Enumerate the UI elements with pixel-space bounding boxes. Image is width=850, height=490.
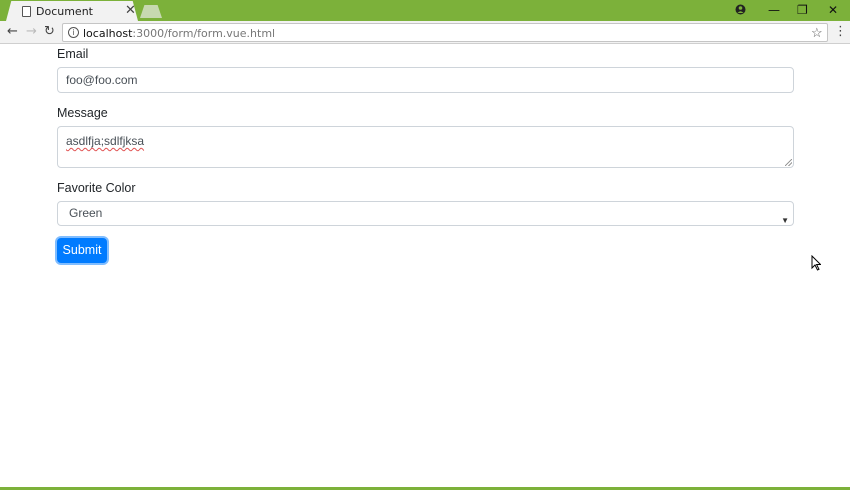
forward-icon[interactable]: →	[26, 24, 37, 39]
star-icon[interactable]: ☆	[811, 25, 823, 41]
email-label: Email	[57, 47, 89, 61]
tab-title: Document	[36, 5, 93, 18]
address-bar[interactable]: i localhost:3000/form/form.vue.html ☆	[62, 23, 828, 42]
chevron-down-icon: ▼	[781, 216, 789, 225]
back-icon[interactable]: ←	[7, 24, 18, 39]
new-tab-button[interactable]	[140, 5, 162, 18]
url-text[interactable]: localhost:3000/form/form.vue.html	[83, 27, 275, 40]
minimize-button[interactable]: —	[768, 3, 780, 17]
message-label: Message	[57, 106, 108, 120]
resize-handle[interactable]	[785, 159, 792, 166]
page-icon	[22, 6, 31, 17]
reload-icon[interactable]: ↻	[44, 24, 55, 39]
submit-button[interactable]: Submit	[57, 238, 107, 263]
favorite-color-value: Green	[69, 206, 103, 220]
message-textarea[interactable]: asdlfja;sdlfjksa	[57, 126, 794, 168]
tab-close-icon[interactable]: ✕	[125, 3, 136, 18]
url-host: localhost	[83, 27, 133, 40]
kebab-menu-icon[interactable]: ⋮	[834, 24, 847, 39]
info-icon[interactable]: i	[68, 27, 79, 38]
maximize-button[interactable]: ❐	[797, 3, 808, 17]
browser-tab[interactable]: Document ✕	[6, 1, 138, 21]
favorite-color-label: Favorite Color	[57, 181, 136, 195]
mouse-cursor-icon	[811, 255, 821, 271]
account-icon[interactable]	[735, 4, 746, 15]
browser-titlebar: Document ✕ — ❐ ✕	[0, 0, 850, 21]
email-input[interactable]: foo@foo.com	[57, 67, 794, 93]
url-path: :3000/form/form.vue.html	[132, 27, 276, 40]
close-window-button[interactable]: ✕	[828, 3, 838, 17]
favorite-color-select[interactable]: Green ▼	[57, 201, 794, 226]
message-value: asdlfja;sdlfjksa	[66, 134, 145, 148]
email-value: foo@foo.com	[66, 73, 138, 87]
browser-toolbar: ← → ↻ i localhost:3000/form/form.vue.htm…	[0, 21, 850, 44]
